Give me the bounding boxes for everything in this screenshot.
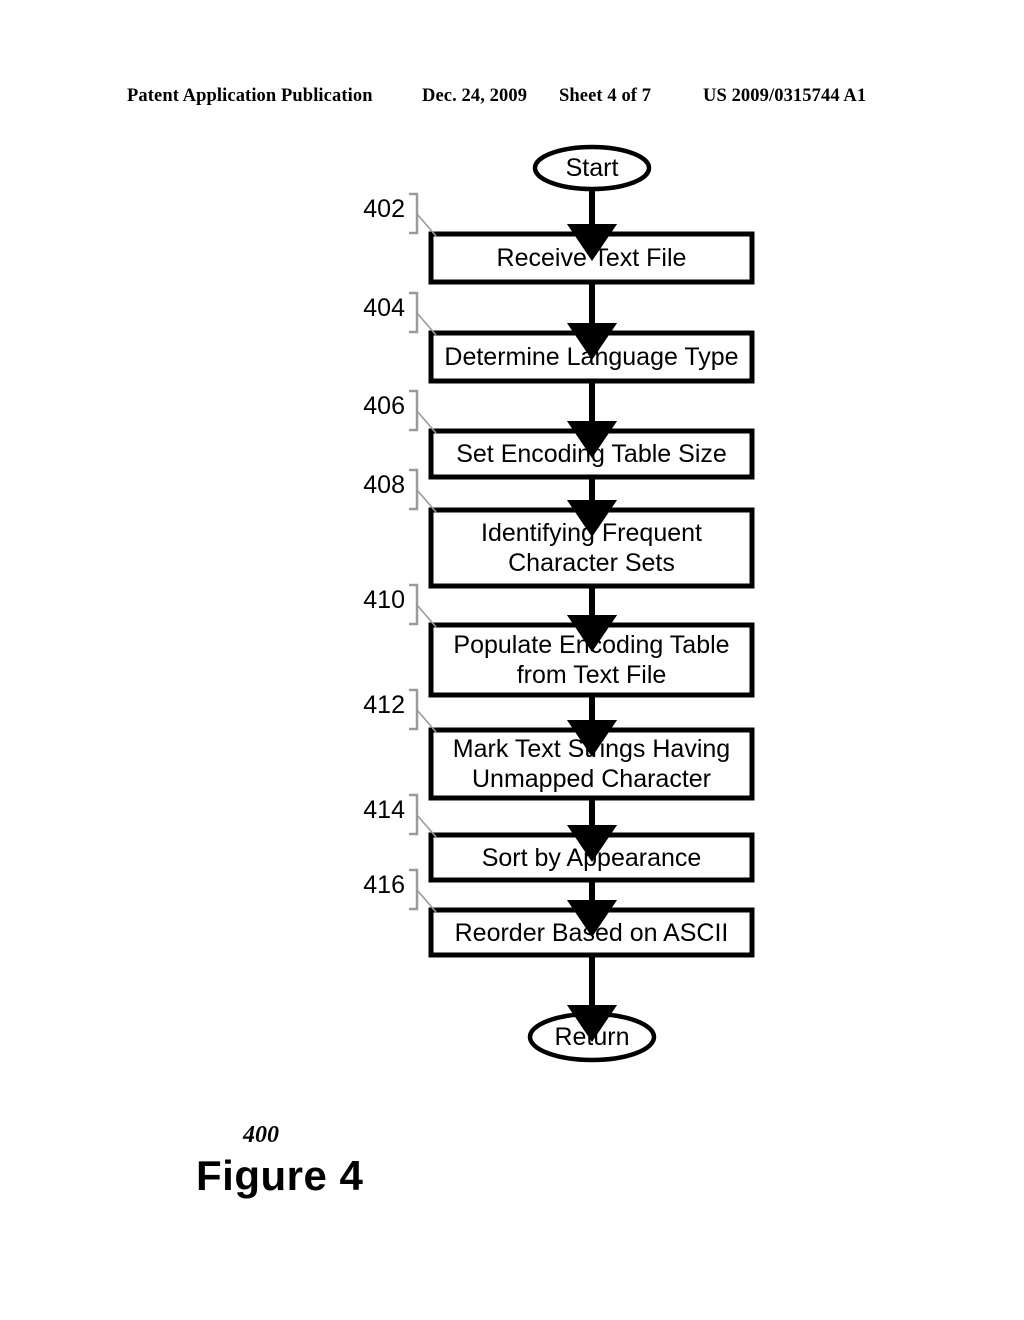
leader-bracket-406	[409, 389, 419, 432]
leader-bracket-410	[409, 583, 419, 626]
reference-numeral-412: 412	[363, 691, 405, 719]
leader-bracket-404	[409, 291, 419, 334]
process-box-404-label: Determine Language Type	[444, 343, 739, 371]
process-box-402-label: Receive Text File	[496, 244, 687, 272]
reference-numeral-414: 414	[363, 796, 405, 824]
leader-line-412	[416, 709, 437, 733]
process-box-406-label: Set Encoding Table Size	[456, 440, 727, 468]
reference-numeral-408: 408	[363, 471, 405, 499]
reference-numeral-416: 416	[363, 871, 405, 899]
leader-line-404	[416, 312, 437, 336]
leader-bracket-408	[409, 468, 419, 511]
start-terminator-label: Start	[565, 154, 619, 182]
leader-bracket-412	[409, 688, 419, 731]
process-box-416-label: Reorder Based on ASCII	[454, 918, 729, 947]
reference-numeral-402: 402	[363, 195, 405, 223]
leader-bracket-402	[409, 192, 419, 235]
leader-line-416	[416, 889, 437, 913]
figure-reference-numeral: 400	[243, 1122, 279, 1148]
leader-line-406	[416, 410, 437, 434]
process-box-412-label: Mark Text Strings Having Unmapped Charac…	[452, 735, 731, 793]
leader-bracket-416	[409, 868, 419, 911]
process-box-414-label: Sort by Appearance	[481, 843, 702, 872]
return-terminator-label: Return	[554, 1023, 630, 1051]
leader-line-410	[416, 604, 437, 628]
process-box-410-label: Populate Encoding Table from Text File	[453, 631, 730, 689]
process-box-408-label: Identifying Frequent Character Sets	[481, 519, 702, 577]
reference-numeral-404: 404	[363, 294, 405, 322]
flowchart-diagram: Start Return Receive Text File Determine…	[0, 0, 1024, 1320]
figure-caption: Figure 4	[196, 1152, 364, 1199]
leader-line-408	[416, 489, 437, 513]
leader-bracket-414	[409, 793, 419, 836]
reference-numeral-410: 410	[363, 586, 405, 614]
leader-line-414	[416, 814, 437, 838]
reference-numeral-406: 406	[363, 392, 405, 420]
leader-line-402	[416, 213, 437, 237]
